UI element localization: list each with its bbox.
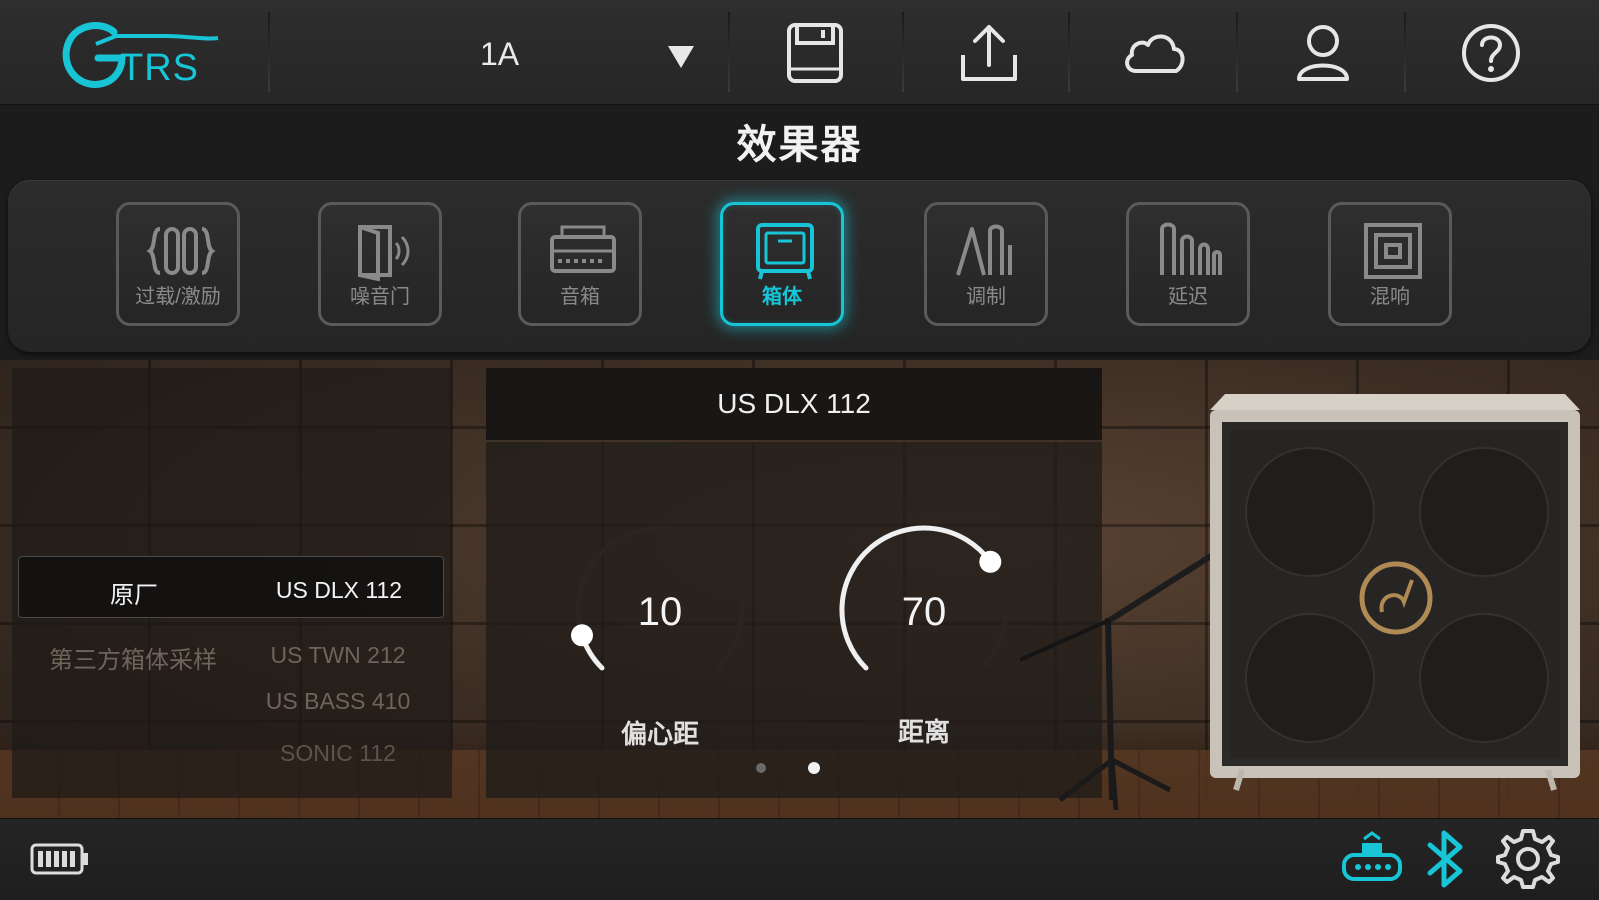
battery-icon — [30, 843, 88, 875]
status-bar — [0, 818, 1599, 900]
chevron-down-icon — [668, 46, 694, 68]
top-toolbar: TRS 1A — [0, 0, 1599, 105]
knob-label: 偏心距 — [620, 719, 699, 749]
knob-value: 70 — [901, 590, 947, 634]
category-label: 原厂 — [110, 582, 158, 609]
list-item[interactable]: SONIC 112 — [18, 720, 442, 780]
module-label: 延迟 — [1168, 286, 1208, 308]
page-indicator-dot-active[interactable] — [808, 762, 820, 774]
panel-header: US DLX 112 — [486, 368, 1102, 442]
noise-gate-icon — [358, 225, 410, 281]
module-label: 音箱 — [560, 286, 600, 308]
divider — [728, 12, 730, 92]
account-button[interactable] — [1278, 14, 1368, 92]
reverb-icon — [1364, 223, 1422, 279]
cabinet-image — [1020, 394, 1580, 810]
divider — [1068, 12, 1070, 92]
effect-module-strip: 过载/激励 噪音门 音箱 箱体 调制 延迟 混响 — [8, 180, 1591, 352]
divider — [1236, 12, 1238, 92]
overdrive-icon — [146, 227, 216, 275]
list-item[interactable]: 原厂 US DLX 112 — [18, 556, 444, 618]
help-button[interactable] — [1446, 14, 1536, 92]
module-label: 混响 — [1370, 286, 1410, 308]
model-label: US TWN 212 — [270, 642, 406, 668]
cabinet-list[interactable]: 原厂 US DLX 112 第三方箱体采样 US TWN 212 US BASS… — [12, 368, 452, 798]
offset-knob[interactable]: 10 — [560, 510, 760, 710]
module-delay-button[interactable]: 延迟 — [1126, 202, 1250, 326]
module-label: 过载/激励 — [135, 286, 221, 308]
cabinet-parameters-panel: US DLX 112 10 偏心距 70 距离 — [486, 368, 1102, 798]
svg-text:TRS: TRS — [120, 47, 199, 89]
cloud-button[interactable] — [1110, 14, 1200, 92]
preset-select[interactable]: 1A — [280, 10, 740, 94]
module-label: 箱体 — [762, 286, 802, 308]
module-amp-button[interactable]: 音箱 — [518, 202, 642, 326]
cloud-icon — [1125, 34, 1185, 73]
distance-knob[interactable]: 70 — [824, 510, 1024, 710]
module-noise-gate-button[interactable]: 噪音门 — [318, 202, 442, 326]
model-label: US DLX 112 — [275, 577, 403, 603]
help-icon — [1462, 24, 1520, 82]
device-connection-icon[interactable] — [1340, 829, 1404, 889]
save-icon — [787, 23, 843, 83]
divider — [1404, 12, 1406, 92]
model-label: SONIC 112 — [280, 740, 396, 766]
page-title: 效果器 — [736, 123, 863, 167]
list-item[interactable]: US BASS 410 — [18, 668, 442, 728]
delay-icon — [1160, 222, 1222, 275]
settings-icon[interactable] — [1496, 827, 1560, 891]
upload-button[interactable] — [944, 14, 1034, 92]
knob-label: 距离 — [897, 717, 950, 747]
module-overdrive-button[interactable]: 过载/激励 — [116, 202, 240, 326]
cabinet-editor: 原厂 US DLX 112 第三方箱体采样 US TWN 212 US BASS… — [0, 360, 1599, 818]
save-button[interactable] — [770, 14, 860, 92]
gtrs-logo: TRS — [56, 14, 236, 92]
page-indicator-dot[interactable] — [756, 763, 766, 773]
cabinet-icon — [756, 223, 814, 280]
amp-icon — [550, 225, 616, 273]
preset-name: 1A — [480, 36, 520, 72]
bluetooth-icon[interactable] — [1422, 825, 1470, 893]
model-label: US BASS 410 — [265, 688, 411, 714]
module-label: 调制 — [966, 286, 1006, 308]
knob-value: 10 — [637, 590, 683, 634]
divider — [268, 12, 270, 92]
divider — [902, 12, 904, 92]
knob-handle[interactable] — [979, 550, 1002, 573]
cabinet-model-title: US DLX 112 — [717, 388, 871, 419]
module-reverb-button[interactable]: 混响 — [1328, 202, 1452, 326]
module-label: 噪音门 — [350, 286, 410, 308]
upload-icon — [961, 25, 1017, 81]
module-modulation-button[interactable]: 调制 — [924, 202, 1048, 326]
app-window: TRS 1A 效果器 过载/激励 噪音门 音箱 箱体 调制 延迟 混响 原厂 U… — [0, 0, 1599, 900]
user-icon — [1297, 25, 1349, 81]
module-cabinet-button[interactable]: 箱体 — [720, 202, 844, 326]
modulation-icon — [956, 224, 1012, 276]
